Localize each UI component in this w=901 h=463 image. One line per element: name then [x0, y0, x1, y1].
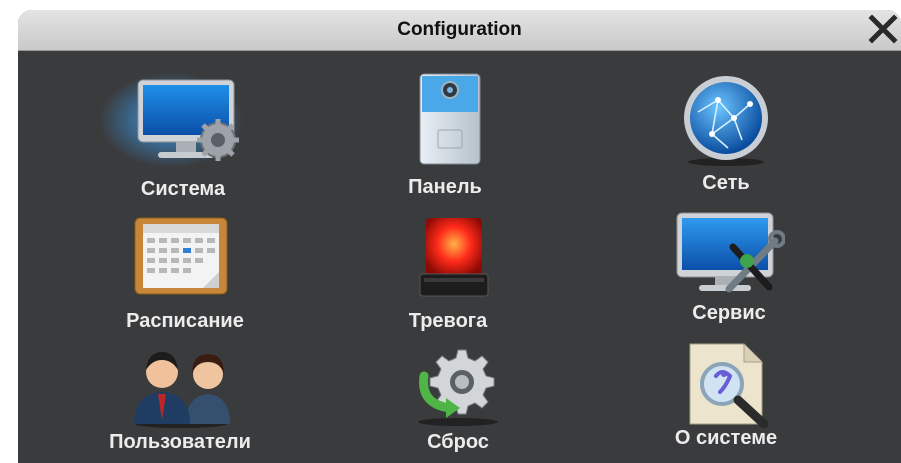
menu-item-service-label: Сервис — [692, 302, 766, 324]
menu-item-network-label: Сеть — [702, 172, 750, 194]
network-globe-icon — [684, 76, 768, 166]
menu-item-schedule-label: Расписание — [126, 310, 244, 332]
menu-item-users-label: Пользователи — [109, 431, 251, 453]
title-bar: Configuration — [18, 10, 901, 51]
reset-gear-icon — [418, 349, 498, 426]
users-icon — [134, 352, 230, 428]
schedule-calendar-icon — [134, 217, 228, 295]
alarm-beacon-icon — [419, 218, 489, 297]
menu-item-panel-label: Панель — [408, 176, 482, 198]
menu-item-reset-label: Сброс — [427, 431, 489, 453]
menu-item-alarm-label: Тревога — [408, 310, 488, 332]
door-panel-icon — [419, 73, 481, 165]
close-icon[interactable] — [867, 13, 899, 45]
service-tools-icon — [676, 212, 785, 293]
system-monitor-icon — [99, 72, 243, 168]
configuration-window: Configuration Система Панель Сеть Распис… — [18, 10, 901, 463]
menu-item-about-label: О системе — [674, 427, 778, 449]
window-title: Configuration — [397, 19, 522, 40]
menu-item-system-label: Система — [140, 178, 226, 200]
about-magnifier-icon — [689, 343, 769, 428]
